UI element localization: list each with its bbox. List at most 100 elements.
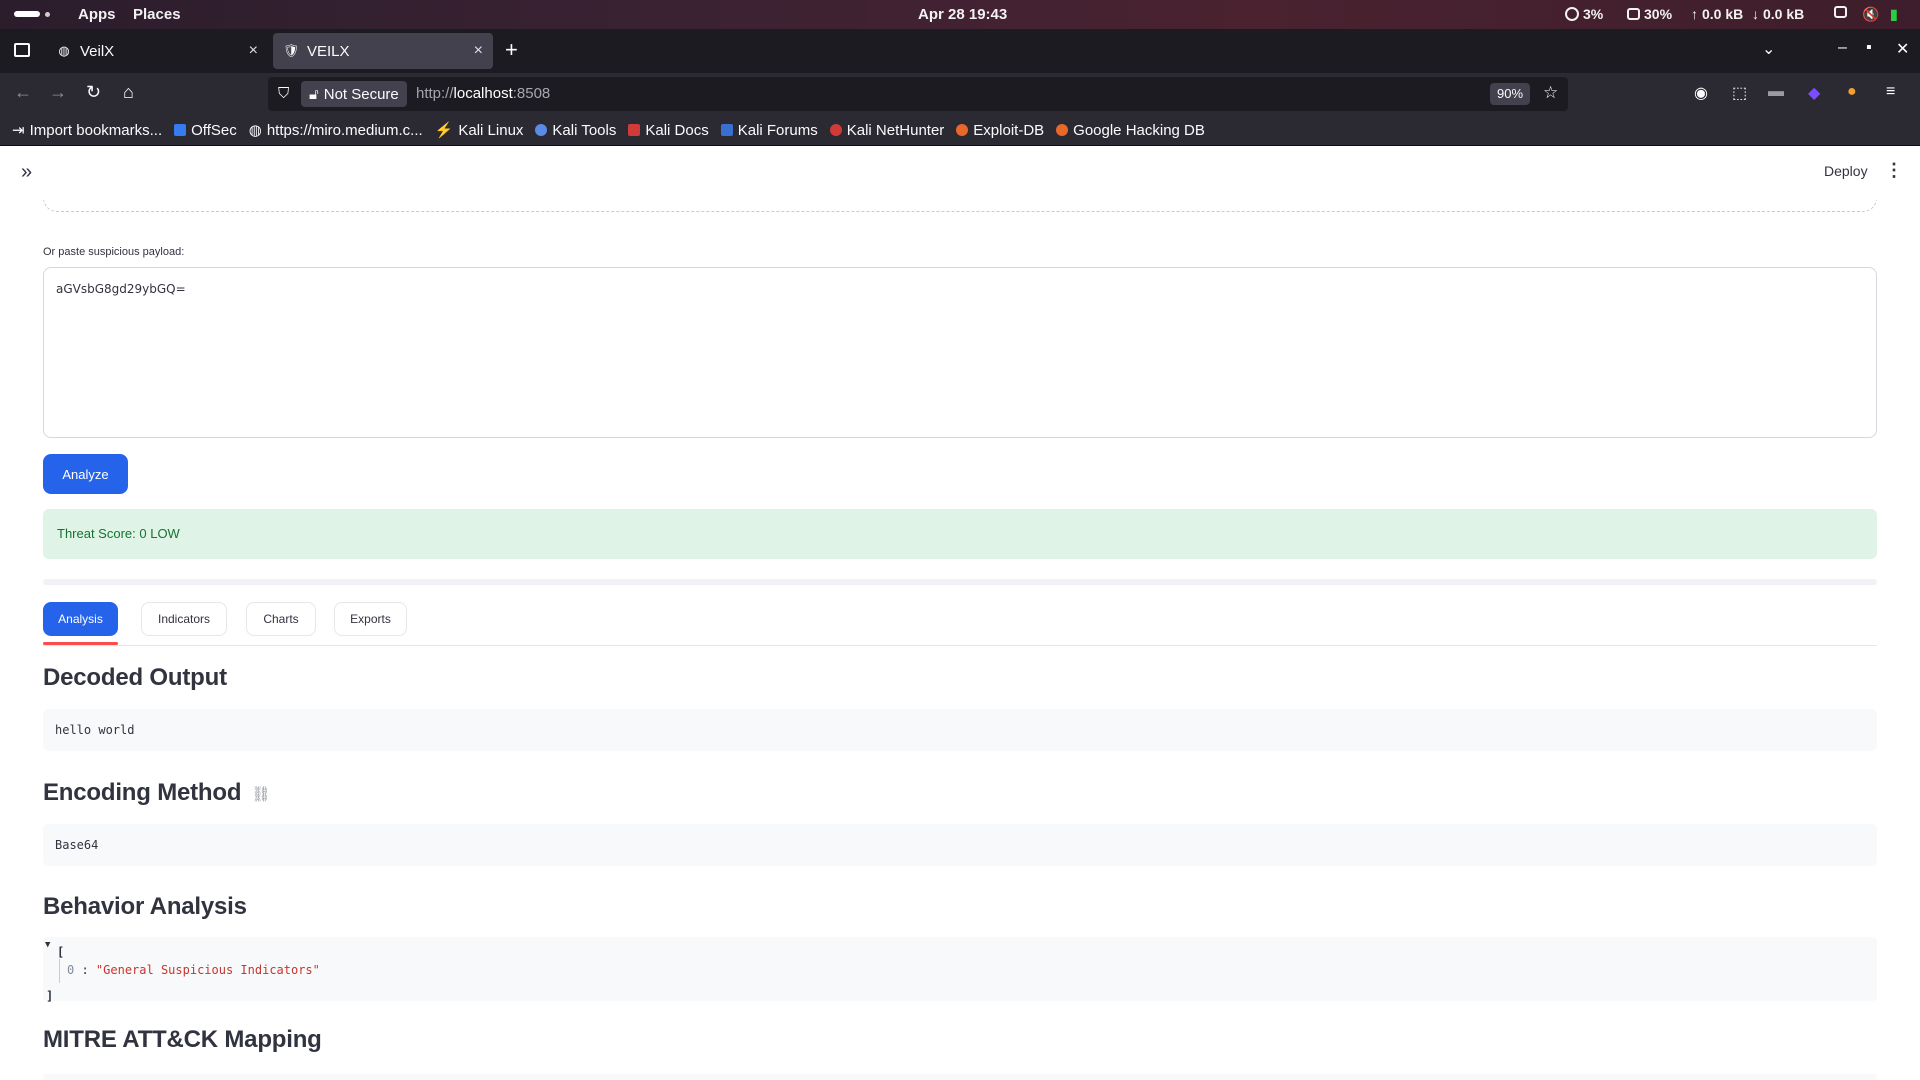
menu-icon[interactable]: ≡ — [1886, 83, 1895, 101]
close-icon[interactable]: × — [474, 42, 483, 60]
extension-badge-icon[interactable]: ◆ — [1808, 83, 1820, 103]
expand-sidebar-icon[interactable]: » — [21, 161, 32, 184]
extensions-icon[interactable]: ⬚ — [1732, 83, 1747, 103]
battery-icon[interactable]: ▮ — [1890, 6, 1898, 23]
tab-title: VEILX — [307, 42, 350, 60]
app-viewport: » Deploy ⋮ Or paste suspicious payload: … — [0, 146, 1920, 1080]
reload-icon[interactable]: ↻ — [86, 82, 101, 102]
extension-hat-icon[interactable]: ▬ — [1768, 83, 1784, 101]
json-close-bracket: ] — [46, 989, 54, 1003]
tab-analysis[interactable]: Analysis — [43, 602, 118, 636]
bookmark-star-icon[interactable]: ☆ — [1543, 83, 1558, 103]
link-icon[interactable]: ⛓ — [251, 785, 270, 803]
back-icon[interactable]: ← — [14, 82, 32, 102]
bookmark-miro[interactable]: ◍ https://miro.medium.c... — [248, 121, 423, 140]
activities-indicator[interactable] — [14, 11, 50, 17]
bookmark-ghdb[interactable]: Google Hacking DB — [1056, 122, 1205, 139]
kali-tools-icon — [535, 124, 548, 136]
ghdb-icon — [1056, 124, 1069, 136]
behavior-analysis-heading: Behavior Analysis — [43, 893, 247, 920]
navigation-bar: ← → ↻ ⌂ ⛉ 🔓︎ Not Secure http://localhost… — [0, 73, 1920, 115]
behavior-json-viewer: ▼ [ 0 : "General Suspicious Indicators" … — [43, 937, 1877, 1003]
bookmark-import[interactable]: ⇥ Import bookmarks... — [12, 121, 162, 140]
account-icon[interactable]: ◉ — [1694, 83, 1708, 103]
analyze-button[interactable]: Analyze — [43, 454, 128, 494]
system-top-bar: Apps Places Apr 28 19:43 3% 30% ↑ 0.0 kB … — [0, 0, 1920, 29]
list-tabs-chevron-icon[interactable]: ⌄ — [1762, 39, 1775, 59]
offsec-icon — [174, 124, 187, 136]
exploitdb-icon — [956, 124, 969, 136]
json-open-bracket: [ — [57, 945, 65, 959]
new-tab-button[interactable]: + — [505, 39, 518, 61]
window-close-icon[interactable]: ✕ — [1896, 39, 1909, 59]
main-menu-icon[interactable]: ⋮ — [1885, 160, 1903, 181]
shield-icon: 🛡 — [282, 43, 300, 58]
kali-forums-icon — [720, 124, 733, 136]
encoding-method-heading: Encoding Method ⛓ — [43, 779, 271, 806]
tab-title: VeilX — [80, 42, 115, 60]
json-row: 0 : "General Suspicious Indicators" — [67, 963, 320, 977]
site-security-indicator[interactable]: 🔓︎ Not Secure — [301, 81, 407, 107]
decoded-output-heading: Decoded Output — [43, 664, 227, 691]
decoded-output-code: hello world — [43, 709, 1877, 751]
close-icon[interactable]: × — [249, 42, 258, 60]
security-label: Not Secure — [323, 85, 399, 103]
results-tabs: Analysis Indicators Charts Exports — [43, 602, 1877, 646]
upload-indicator[interactable]: ↑ 0.0 kB — [1691, 6, 1743, 22]
address-bar[interactable]: ⛉ 🔓︎ Not Secure http://localhost:8508 90… — [268, 77, 1568, 111]
bookmark-kali-tools[interactable]: Kali Tools — [535, 122, 616, 139]
bookmark-exploit-db[interactable]: Exploit-DB — [956, 122, 1044, 139]
tracking-shield-icon[interactable]: ⛉ — [278, 85, 289, 102]
bookmark-kali-forums[interactable]: Kali Forums — [720, 122, 818, 139]
extension-cookie-icon[interactable]: ● — [1847, 83, 1857, 101]
json-indent-guide — [59, 959, 60, 983]
bookmark-kali-docs[interactable]: Kali Docs — [628, 122, 709, 139]
tab-charts[interactable]: Charts — [246, 602, 316, 636]
memory-indicator[interactable]: 30% — [1627, 6, 1672, 22]
firefox-view-icon[interactable] — [14, 43, 30, 57]
globe-icon: ◍ — [248, 122, 262, 139]
forward-icon[interactable]: → — [49, 82, 67, 102]
collapse-caret-icon[interactable]: ▼ — [45, 940, 50, 950]
cpu-indicator[interactable]: 3% — [1565, 6, 1603, 22]
bookmark-kali-linux[interactable]: ⚡ Kali Linux — [435, 121, 524, 140]
json-separator: : — [74, 963, 96, 977]
encoding-method-code: Base64 — [43, 824, 1877, 866]
minimize-icon[interactable]: – — [1838, 39, 1847, 57]
import-icon: ⇥ — [12, 122, 25, 139]
lock-icon: 🔓︎ — [309, 85, 319, 103]
apps-menu[interactable]: Apps — [78, 6, 116, 23]
threat-score-alert: Threat Score: 0 LOW — [43, 509, 1877, 559]
download-indicator[interactable]: ↓ 0.0 kB — [1752, 6, 1804, 22]
browser-tab-veilx-active[interactable]: 🛡 VEILX × — [273, 33, 493, 69]
kali-docs-icon — [628, 124, 641, 136]
mute-icon[interactable]: 🔇 — [1862, 6, 1879, 23]
bookmark-kali-nethunter[interactable]: Kali NetHunter — [829, 122, 944, 139]
url-text[interactable]: http://localhost:8508 — [416, 85, 550, 102]
browser-tab-veilx[interactable]: ◍ VeilX × — [46, 33, 268, 69]
deploy-button[interactable]: Deploy — [1824, 163, 1868, 179]
window-icon[interactable] — [1834, 6, 1847, 18]
mitre-mapping-heading: MITRE ATT&CK Mapping — [43, 1026, 322, 1053]
maximize-icon[interactable]: ▪ — [1866, 39, 1872, 57]
bookmarks-toolbar: ⇥ Import bookmarks... OffSec ◍ https://mir… — [0, 115, 1920, 146]
globe-icon: ◍ — [58, 43, 70, 58]
active-tab-underline — [43, 642, 118, 645]
nethunter-icon — [829, 124, 842, 136]
payload-label: Or paste suspicious payload: — [43, 246, 185, 258]
tab-exports[interactable]: Exports — [334, 602, 407, 636]
payload-textarea[interactable]: aGVsbG8gd29ybGQ= — [43, 267, 1877, 438]
arrow-up-icon: ↑ — [1691, 6, 1698, 22]
tab-indicators[interactable]: Indicators — [141, 602, 227, 636]
browser-tab-strip: ◍ VeilX × 🛡 VEILX × + ⌄ – ▪ ✕ — [0, 29, 1920, 73]
mitre-json-viewer — [43, 1074, 1877, 1080]
clock[interactable]: Apr 28 19:43 — [918, 6, 1007, 23]
places-menu[interactable]: Places — [133, 6, 181, 23]
memory-icon — [1627, 8, 1640, 20]
divider — [43, 579, 1877, 585]
zoom-indicator[interactable]: 90% — [1490, 83, 1531, 105]
app-header: » Deploy ⋮ — [0, 146, 1920, 200]
home-icon[interactable]: ⌂ — [123, 82, 134, 102]
cpu-icon — [1565, 7, 1579, 21]
bookmark-offsec[interactable]: OffSec — [174, 122, 237, 139]
